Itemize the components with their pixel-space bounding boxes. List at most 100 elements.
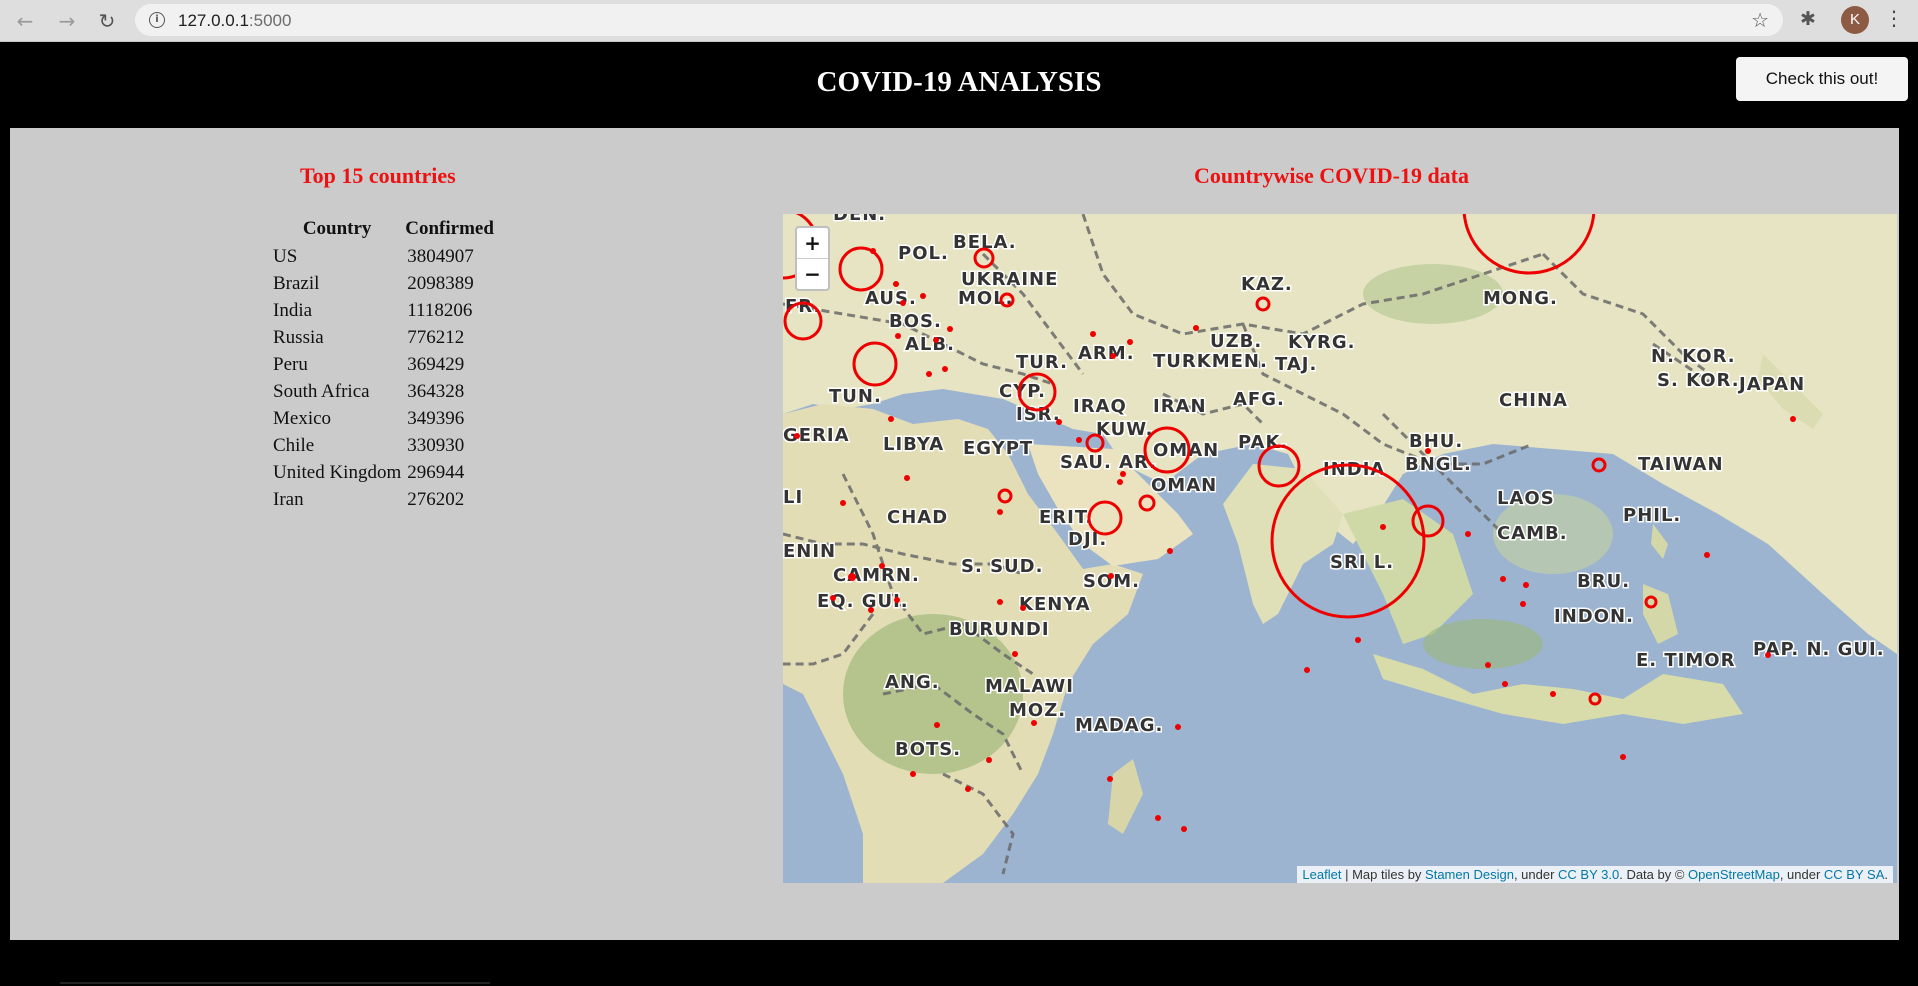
map-canvas[interactable]: DEN. BELA. POL. UKRAINE KAZ. MONG. AUS. …: [783, 214, 1897, 883]
profile-avatar[interactable]: K: [1841, 6, 1869, 34]
map-label: TUN.: [829, 386, 882, 407]
map-label: BURUNDI: [949, 619, 1050, 640]
browser-menu-icon[interactable]: ⋮: [1884, 6, 1904, 30]
map-label: CAMB.: [1497, 523, 1568, 544]
country-cell: South Africa: [273, 380, 370, 402]
zoom-out-button[interactable]: −: [797, 259, 828, 289]
map-label: ENIN: [783, 541, 836, 562]
map-label: E. TIMOR: [1636, 650, 1735, 671]
map-label: ALB.: [905, 334, 955, 355]
confirmed-cell: 776212: [407, 326, 465, 348]
map-label: OMAN: [1151, 475, 1217, 496]
map-label: POL.: [898, 243, 949, 264]
osm-link[interactable]: OpenStreetMap: [1688, 867, 1780, 882]
covid-map[interactable]: DEN. BELA. POL. UKRAINE KAZ. MONG. AUS. …: [783, 214, 1897, 883]
zoom-in-button[interactable]: +: [797, 228, 828, 259]
table-row: Peru 369429: [271, 351, 496, 378]
map-label: N. KOR.: [1651, 346, 1736, 367]
table-header-row: Country Confirmed: [271, 215, 496, 243]
extensions-puzzle-icon[interactable]: ✱: [1800, 8, 1816, 30]
map-label: ERIT.: [1039, 507, 1093, 528]
check-this-out-button[interactable]: Check this out!: [1736, 57, 1908, 101]
map-label: CAMRN.: [833, 565, 920, 586]
map-label: TURKMEN.: [1153, 351, 1268, 372]
attribution-text: . Data by ©: [1619, 867, 1689, 882]
map-label: KENYA: [1019, 594, 1091, 615]
country-cell: Brazil: [273, 272, 320, 294]
siberia-forest: [1363, 264, 1503, 324]
table-row: India 1118206: [271, 297, 496, 324]
top-countries-heading: Top 15 countries: [300, 163, 456, 188]
map-attribution: Leaflet | Map tiles by Stamen Design, un…: [1297, 866, 1893, 883]
borneo-forest: [1423, 619, 1543, 669]
map-label: CHINA: [1499, 390, 1568, 411]
attribution-text: , under: [1779, 867, 1824, 882]
map-label: MADAG.: [1075, 715, 1163, 736]
map-label: ISR.: [1016, 404, 1061, 425]
column-header-country: Country: [302, 217, 372, 239]
bottom-divider: [60, 982, 490, 984]
cc-by-link[interactable]: CC BY 3.0: [1558, 867, 1619, 882]
map-label: BNGL.: [1405, 454, 1472, 475]
attribution-text: , under: [1513, 867, 1559, 882]
browser-toolbar: ← → ↻ i 127.0.0.1:5000 ☆ ✱ K ⋮: [0, 0, 1918, 42]
confirmed-cell: 349396: [407, 407, 465, 429]
map-label: IRAN: [1153, 396, 1207, 417]
map-label: S. KOR.: [1657, 370, 1740, 391]
leaflet-link[interactable]: Leaflet: [1302, 867, 1341, 882]
map-label: AFG.: [1233, 389, 1285, 410]
map-label: PAK.: [1238, 432, 1288, 453]
cc-by-sa-link[interactable]: CC BY SA: [1824, 867, 1884, 882]
confirmed-cell: 364328: [407, 380, 465, 402]
confirmed-cell: 369429: [407, 353, 465, 375]
map-label: KUW.: [1096, 419, 1153, 440]
map-label: SRI L.: [1330, 552, 1394, 573]
bookmark-star-icon[interactable]: ☆: [1751, 8, 1769, 32]
map-label: LI: [783, 487, 803, 508]
site-info-icon[interactable]: i: [149, 12, 165, 28]
map-label: MALAWI: [985, 676, 1074, 697]
map-label: BOTS.: [895, 739, 961, 760]
map-label: S. SUD.: [961, 556, 1043, 577]
back-icon[interactable]: ←: [10, 6, 40, 36]
forward-icon[interactable]: →: [52, 6, 82, 36]
map-label: IRAQ: [1073, 396, 1127, 417]
country-cell: Mexico: [273, 407, 332, 429]
stamen-link[interactable]: Stamen Design: [1425, 867, 1514, 882]
map-label: DEN.: [833, 214, 886, 225]
url-text: 127.0.0.1:5000: [178, 11, 292, 30]
country-cell: Iran: [273, 488, 304, 510]
table-row: Mexico 349396: [271, 405, 496, 432]
map-label: ARM.: [1078, 343, 1135, 364]
country-cell: Russia: [273, 326, 324, 348]
map-label: ANG.: [885, 672, 940, 693]
map-label: LAOS: [1497, 488, 1555, 509]
map-label: UKRAINE: [961, 269, 1058, 290]
confirmed-cell: 296944: [407, 461, 465, 483]
map-label: BHU.: [1409, 431, 1463, 452]
confirmed-cell: 1118206: [407, 299, 473, 321]
reload-icon[interactable]: ↻: [92, 6, 122, 36]
table-row: United Kingdom 296944: [271, 459, 496, 486]
map-label: INDON.: [1554, 606, 1634, 627]
confirmed-cell: 276202: [407, 488, 465, 510]
table-row: South Africa 364328: [271, 378, 496, 405]
country-cell: Peru: [273, 353, 308, 375]
table-row: Iran 276202: [271, 486, 496, 513]
page-title: COVID-19 ANALYSIS: [816, 66, 1102, 98]
map-label: BRU.: [1577, 571, 1630, 592]
map-label: LIBYA: [883, 434, 944, 455]
map-label: BOS.: [889, 311, 942, 332]
country-cell: Chile: [273, 434, 315, 456]
table-row: Brazil 2098389: [271, 270, 496, 297]
table-row: US 3804907: [271, 243, 496, 270]
map-label: KYRG.: [1288, 332, 1355, 353]
map-label: TAIWAN: [1638, 454, 1724, 475]
table-row: Chile 330930: [271, 432, 496, 459]
map-label: EGYPT: [963, 438, 1033, 459]
map-label: MONG.: [1483, 288, 1558, 309]
zoom-control: + −: [795, 226, 830, 291]
address-bar[interactable]: i 127.0.0.1:5000 ☆: [135, 4, 1783, 36]
map-label: SAU. AR.: [1060, 452, 1157, 473]
confirmed-cell: 3804907: [407, 245, 474, 267]
